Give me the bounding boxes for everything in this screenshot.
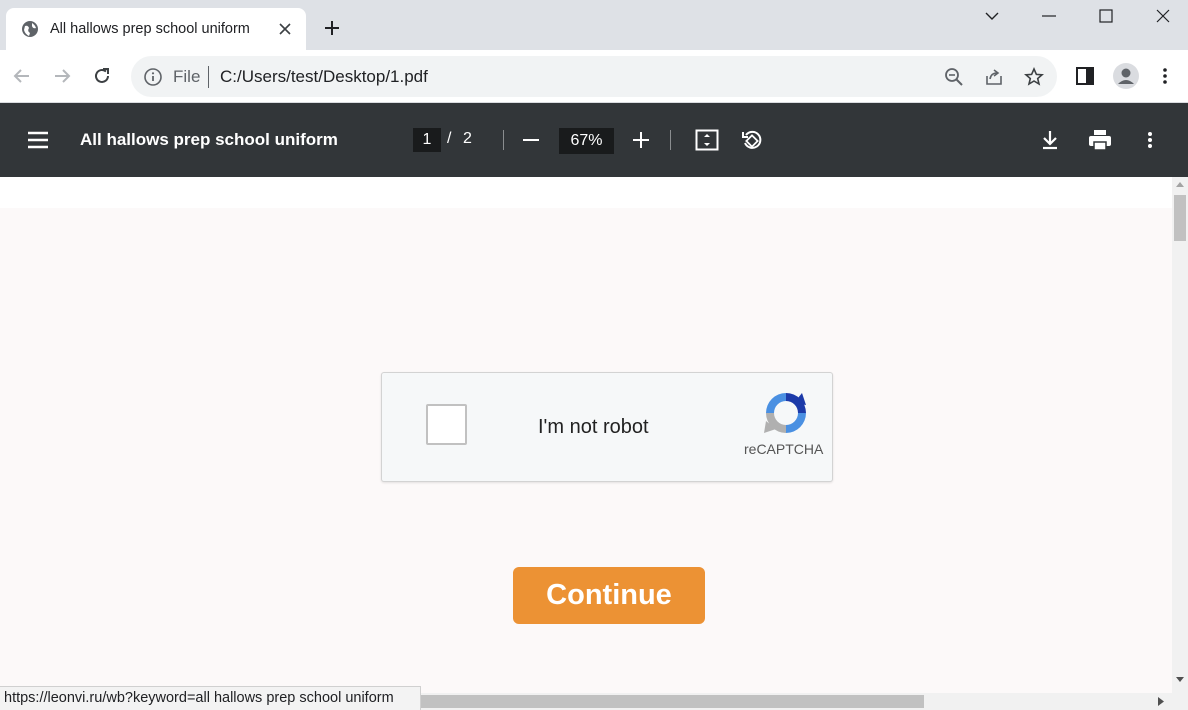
tab-search-chevron-icon[interactable] [964,0,1020,32]
url-text[interactable]: C:/Users/test/Desktop/1.pdf [220,67,428,87]
browser-toolbar: File C:/Users/test/Desktop/1.pdf [0,50,1188,103]
close-tab-icon[interactable] [276,20,294,38]
captcha-checkbox[interactable] [426,404,467,445]
zoom-in-icon[interactable] [628,127,654,153]
continue-button[interactable]: Continue [513,567,705,624]
recaptcha-widget[interactable]: I'm not robot reCAPTCHA [381,372,833,482]
pdf-document-title: All hallows prep school uniform [80,130,338,149]
page-number-input[interactable]: 1 [413,128,441,152]
status-bar-link-preview: https://leonvi.ru/wb?keyword=all hallows… [0,686,421,710]
bookmark-star-icon[interactable] [1023,66,1045,88]
back-arrow-icon[interactable] [8,62,36,90]
zoom-magnifier-icon[interactable] [943,66,965,88]
pdf-viewer: I'm not robot reCAPTCHA Continue [0,177,1172,693]
page-total: 2 [463,130,472,147]
address-bar[interactable]: File C:/Users/test/Desktop/1.pdf [131,56,1057,97]
horizontal-scroll-thumb[interactable] [420,695,924,708]
reload-icon[interactable] [88,62,116,90]
scheme-label: File [173,67,201,86]
fit-to-page-icon[interactable] [694,127,720,153]
zoom-out-icon[interactable] [518,127,544,153]
vertical-scroll-thumb[interactable] [1174,195,1186,241]
address-separator [208,66,209,88]
browser-menu-icon[interactable] [1153,64,1177,88]
share-icon[interactable] [983,66,1005,88]
pdf-page: I'm not robot reCAPTCHA Continue [0,208,1172,693]
globe-icon [20,19,40,39]
tab-title: All hallows prep school uniform [50,21,250,37]
pdf-sidebar-menu-icon[interactable] [26,128,50,152]
maximize-icon[interactable] [1078,0,1134,32]
forward-arrow-icon[interactable] [48,62,76,90]
scroll-up-arrow-icon[interactable] [1176,181,1184,187]
tab-strip: All hallows prep school uniform [0,0,1188,50]
window-close-icon[interactable] [1135,0,1188,32]
scroll-right-arrow-icon[interactable] [1158,697,1164,706]
captcha-label: I'm not robot [538,416,649,438]
new-tab-icon[interactable] [320,16,344,40]
vertical-scrollbar[interactable] [1172,177,1188,693]
recaptcha-brand: reCAPTCHA [744,441,824,457]
scroll-down-arrow-icon[interactable] [1176,677,1184,683]
info-icon[interactable] [143,67,163,87]
browser-tab[interactable]: All hallows prep school uniform [6,8,306,50]
download-icon[interactable] [1037,127,1063,153]
toolbar-divider [503,130,504,150]
print-icon[interactable] [1087,127,1113,153]
page-separator: / [447,130,452,147]
profile-avatar-icon[interactable] [1113,63,1139,89]
recaptcha-logo-icon [762,389,810,437]
toolbar-divider [670,130,671,150]
side-panel-icon[interactable] [1073,64,1097,88]
pdf-toolbar: All hallows prep school uniform 1 / 2 67… [0,103,1188,177]
minimize-icon[interactable] [1021,0,1077,32]
rotate-icon[interactable] [739,127,765,153]
pdf-more-options-icon[interactable] [1137,127,1163,153]
zoom-level-input[interactable]: 67% [559,128,614,154]
